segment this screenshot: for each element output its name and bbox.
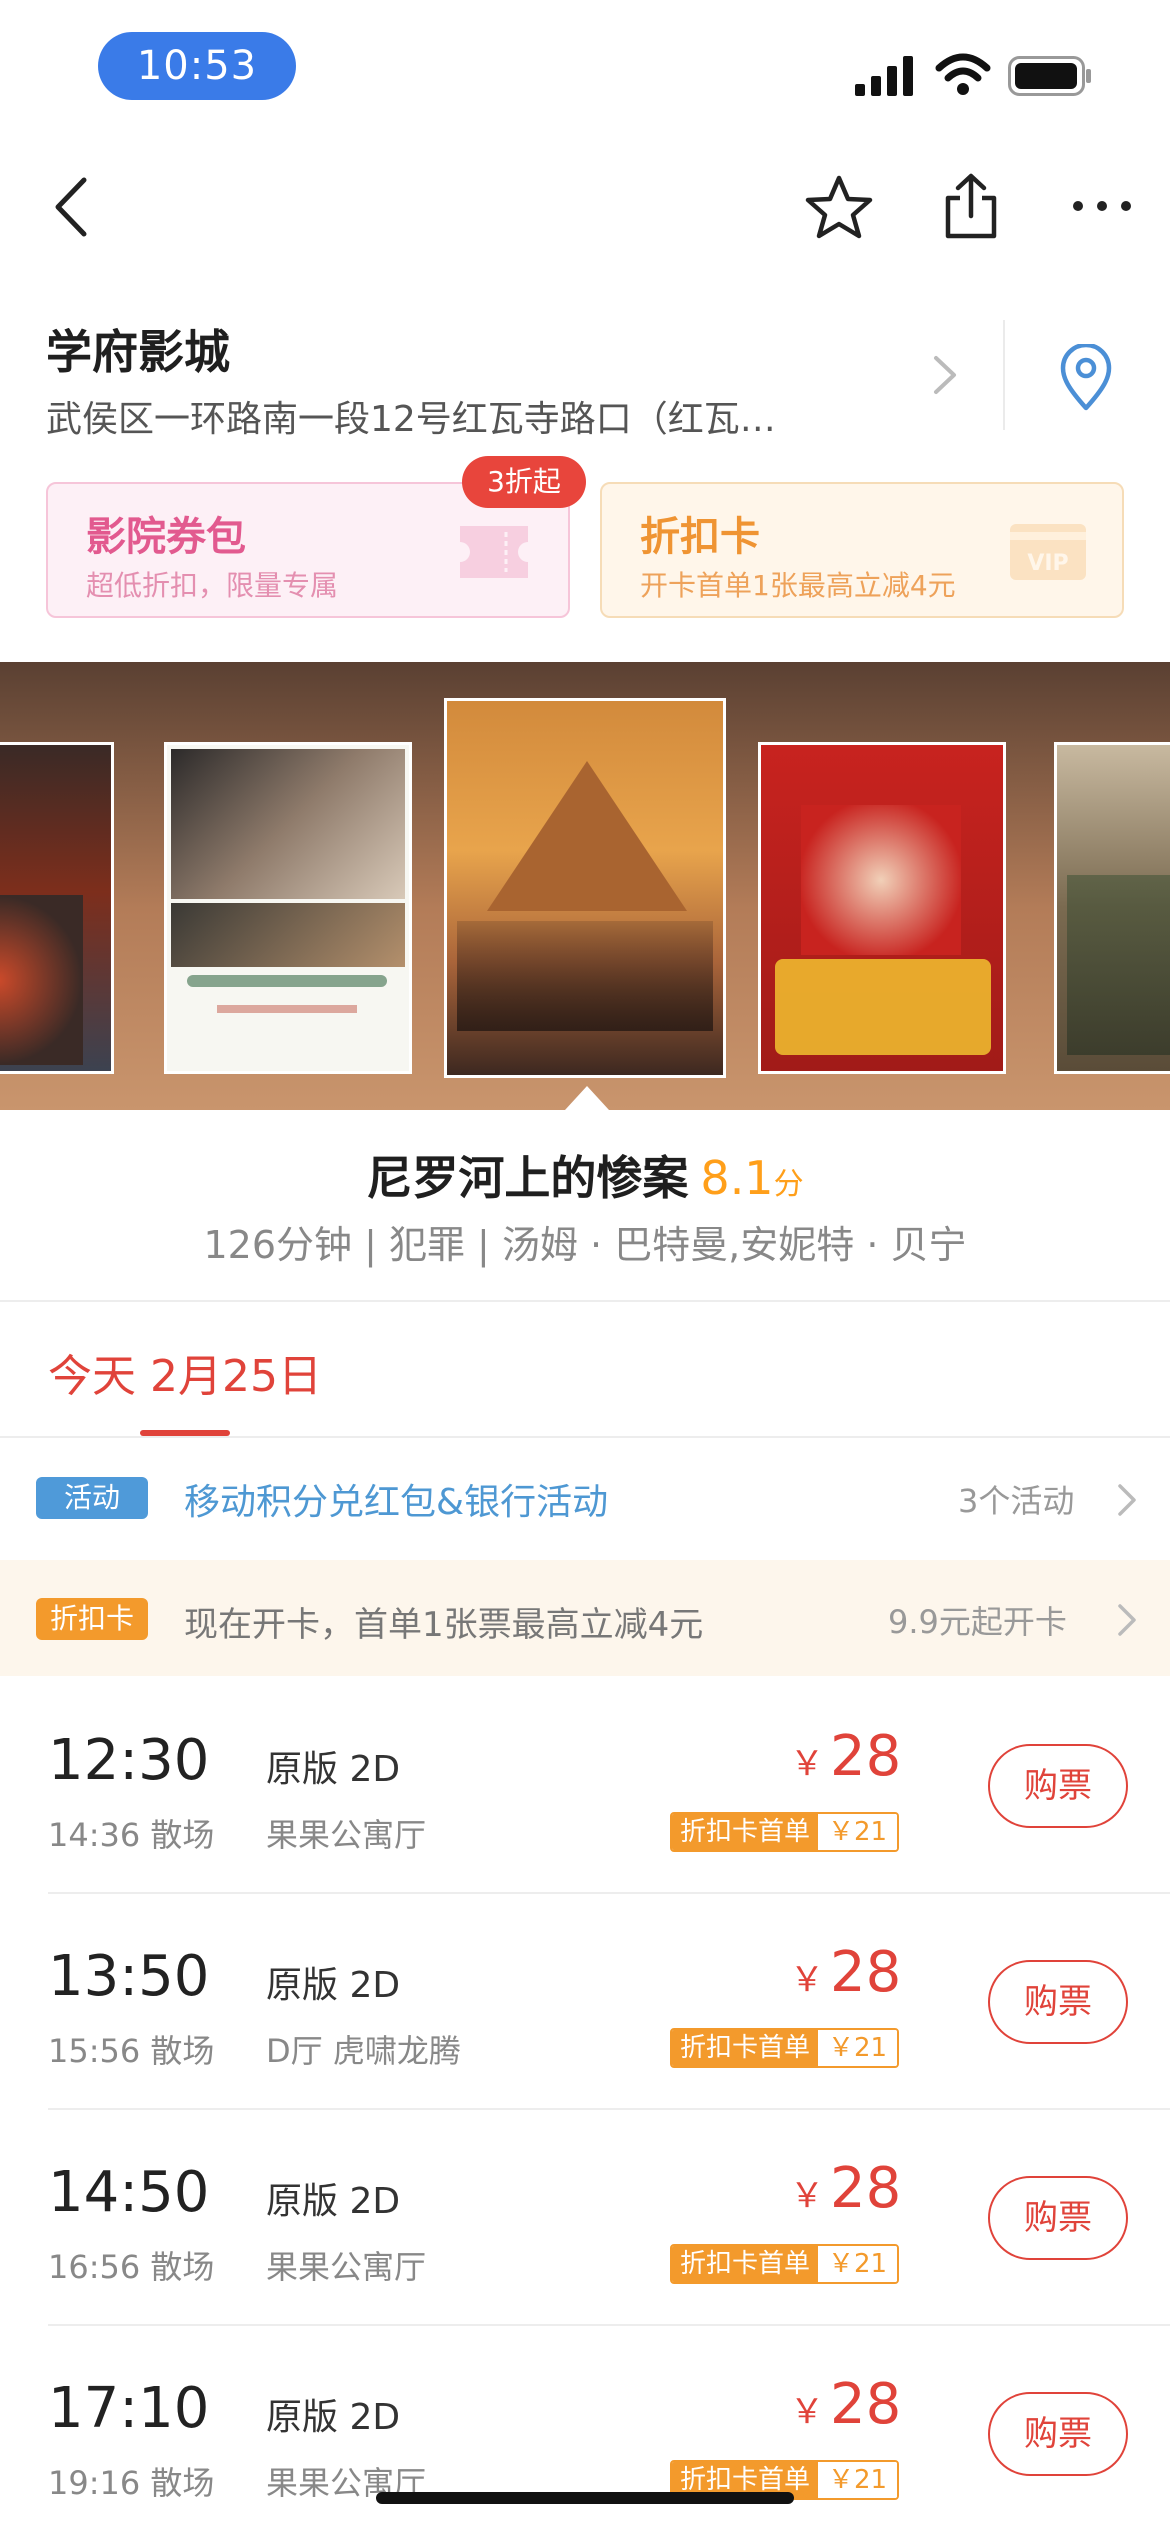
discount-card[interactable]: 折扣卡 开卡首单1张最高立减4元 VIP — [600, 482, 1124, 618]
showtime-row[interactable]: 14:50 16:56 散场 原版 2D 果果公寓厅 ￥ 28 折扣卡首单 ￥21 … — [0, 2110, 1170, 2326]
showtime-end: 16:56 散场 — [48, 2248, 215, 2286]
discount-card-title: 折扣卡 — [640, 514, 760, 560]
chevron-right-icon[interactable] — [1116, 1482, 1138, 1518]
showtime-start: 14:50 — [48, 2160, 210, 2225]
showtime-price: ￥ 28 — [790, 2156, 902, 2221]
discount-card-price-tag: 折扣卡首单 ￥21 — [670, 2244, 900, 2284]
divider — [0, 1300, 1170, 1302]
showtime-price: ￥ 28 — [790, 2372, 902, 2437]
poster-carousel[interactable] — [0, 662, 1170, 1110]
poster-5[interactable] — [1054, 742, 1170, 1074]
cinema-address[interactable]: 武侯区一环路南一段12号红瓦寺路口（红瓦… — [46, 390, 876, 442]
showtime-version: 原版 2D — [266, 2397, 401, 2438]
star-icon[interactable] — [804, 174, 874, 240]
discount-promo-text: 现在开卡，首单1张票最高立减4元 — [184, 1605, 704, 1645]
activity-count[interactable]: 3个活动 — [958, 1476, 1074, 1522]
home-indicator[interactable] — [376, 2492, 794, 2504]
discount-card-subtitle: 开卡首单1张最高立减4元 — [640, 569, 956, 602]
showtime-version: 原版 2D — [266, 2181, 401, 2222]
poster-3-selected[interactable] — [444, 698, 726, 1078]
chevron-right-icon[interactable] — [930, 350, 960, 400]
poster-4[interactable] — [758, 742, 1006, 1074]
battery-icon — [1008, 56, 1091, 96]
selected-indicator — [565, 1086, 609, 1110]
status-time: 10:53 — [98, 32, 296, 100]
activity-tag: 活动 — [36, 1477, 148, 1519]
showtime-start: 13:50 — [48, 1944, 210, 2009]
chevron-right-icon[interactable] — [1116, 1602, 1138, 1638]
ticket-icon — [460, 526, 528, 578]
showtime-row[interactable]: 13:50 15:56 散场 原版 2D D厅 虎啸龙腾 ￥ 28 折扣卡首单 ￥2… — [0, 1894, 1170, 2110]
cellular-signal-icon — [855, 56, 913, 96]
header-divider — [1003, 320, 1005, 430]
vip-card-icon: VIP — [1010, 524, 1086, 580]
buy-ticket-button[interactable]: 购票 — [988, 2176, 1128, 2260]
discount-card-price-tag: 折扣卡首单 ￥21 — [670, 1812, 900, 1852]
score-unit: 分 — [773, 1167, 804, 1202]
back-icon[interactable] — [50, 176, 90, 238]
coupon-pack-title: 影院券包 — [86, 514, 246, 560]
cinema-name[interactable]: 学府影城 — [46, 316, 230, 382]
discount-card-tag: 折扣卡 — [36, 1598, 148, 1640]
more-icon[interactable] — [1070, 196, 1134, 216]
discount-promo-price[interactable]: 9.9元起开卡 — [888, 1597, 1067, 1643]
buy-ticket-button[interactable]: 购票 — [988, 1960, 1128, 2044]
coupon-pack-subtitle: 超低折扣，限量专属 — [86, 569, 339, 602]
location-pin-icon[interactable] — [1058, 344, 1114, 412]
showtime-price: ￥ 28 — [790, 1724, 902, 1789]
discount-card-price-tag: 折扣卡首单 ￥21 — [670, 2028, 900, 2068]
showtime-hall: 果果公寓厅 — [266, 2248, 427, 2286]
movie-meta: 126分钟 | 犯罪 | 汤姆 · 巴特曼,安妮特 · 贝宁 — [203, 1223, 967, 1267]
showtime-start: 17:10 — [48, 2376, 210, 2441]
poster-2[interactable] — [164, 742, 412, 1074]
divider — [0, 1436, 1170, 1438]
showtime-hall: 果果公寓厅 — [266, 1816, 427, 1854]
discount-badge: 3折起 — [462, 456, 586, 508]
showtime-price: ￥ 28 — [790, 1940, 902, 2005]
buy-ticket-button[interactable]: 购票 — [988, 2392, 1128, 2476]
showtime-version: 原版 2D — [266, 1749, 401, 1790]
showtime-row[interactable]: 12:30 14:36 散场 原版 2D 果果公寓厅 ￥ 28 折扣卡首单 ￥21 … — [0, 1678, 1170, 1894]
showtime-start: 12:30 — [48, 1728, 210, 1793]
svg-text:VIP: VIP — [1027, 551, 1068, 576]
activity-link[interactable]: 移动积分兑红包&银行活动 — [184, 1473, 608, 1525]
share-icon[interactable] — [942, 172, 1000, 240]
showtime-version: 原版 2D — [266, 1965, 401, 2006]
showtime-end: 19:16 散场 — [48, 2464, 215, 2502]
buy-ticket-button[interactable]: 购票 — [988, 1744, 1128, 1828]
poster-1[interactable] — [0, 742, 114, 1074]
movie-score: 8.1 — [700, 1151, 774, 1205]
movie-title: 尼罗河上的惨案 — [366, 1151, 689, 1205]
wifi-icon — [935, 53, 991, 95]
showtime-hall: D厅 虎啸龙腾 — [266, 2032, 461, 2070]
tab-date-today[interactable]: 今天 2月25日 — [48, 1340, 322, 1404]
showtime-end: 15:56 散场 — [48, 2032, 215, 2070]
movie-title-row: 尼罗河上的惨案 8.1分 — [0, 1142, 1170, 1208]
showtime-end: 14:36 散场 — [48, 1816, 215, 1854]
